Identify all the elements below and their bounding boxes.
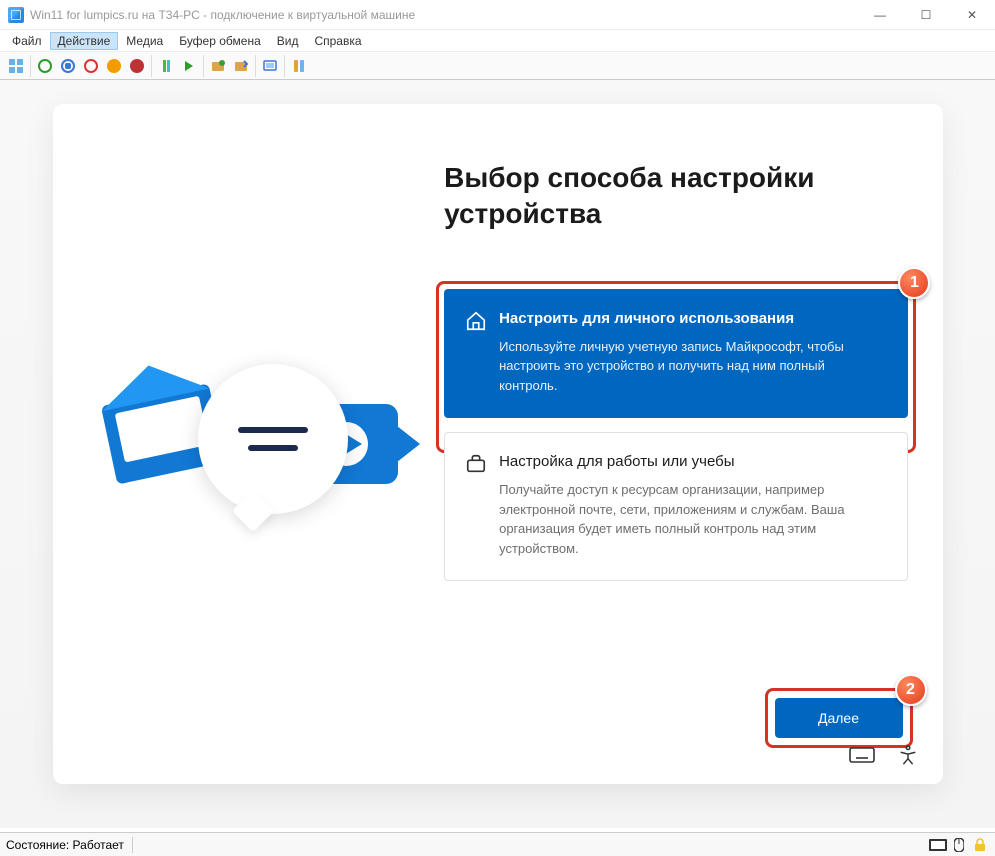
keyboard-icon[interactable] [849,744,875,772]
close-button[interactable]: ✕ [949,0,995,30]
toolbar [0,52,995,80]
lock-status-icon [971,837,989,853]
option-work[interactable]: Настройка для работы или учебы Получайте… [444,432,908,581]
illustration-pane [53,104,445,784]
enhanced-session-button[interactable] [260,56,280,76]
menu-view[interactable]: Вид [269,32,307,50]
start-button[interactable] [35,56,55,76]
setup-illustration [98,354,398,534]
chat-icon [198,364,348,514]
checkpoint-button[interactable] [208,56,228,76]
statusbar: Состояние: Работает [0,832,995,856]
share-button[interactable] [289,56,309,76]
keyboard-status-icon [929,837,947,853]
option-work-desc: Получайте доступ к ресурсам организации,… [499,480,883,558]
briefcase-icon [465,453,487,475]
accessibility-icon[interactable] [897,744,919,772]
window-title: Win11 for lumpics.ru на T34-PC - подключ… [30,8,415,22]
menu-file[interactable]: Файл [4,32,50,50]
menu-action[interactable]: Действие [50,32,119,50]
page-heading: Выбор способа настройки устройства [444,160,908,233]
save-button[interactable] [104,56,124,76]
status-text: Состояние: Работает [6,838,124,852]
next-button[interactable]: Далее [775,698,903,738]
mouse-status-icon [950,837,968,853]
turnoff-button[interactable] [58,56,78,76]
menu-clipboard[interactable]: Буфер обмена [171,32,269,50]
option-personal-desc: Используйте личную учетную запись Майкро… [499,337,883,396]
reset-button[interactable] [127,56,147,76]
annotation-badge-1: 1 [898,267,930,299]
ctrl-alt-del-button[interactable] [6,56,26,76]
oobe-panel: Выбор способа настройки устройства Настр… [53,104,943,784]
menu-help[interactable]: Справка [306,32,369,50]
pause-button[interactable] [156,56,176,76]
maximize-button[interactable]: ☐ [903,0,949,30]
app-icon [8,7,24,23]
shutdown-button[interactable] [81,56,101,76]
option-personal-title: Настроить для личного использования [499,310,883,327]
resume-button[interactable] [179,56,199,76]
oobe-utility-row [849,744,919,772]
revert-button[interactable] [231,56,251,76]
home-icon [465,310,487,332]
option-personal[interactable]: Настроить для личного использования Испо… [444,289,908,419]
vm-display: Выбор способа настройки устройства Настр… [0,80,995,828]
minimize-button[interactable]: — [857,0,903,30]
menubar: Файл Действие Медиа Буфер обмена Вид Спр… [0,30,995,52]
option-work-title: Настройка для работы или учебы [499,453,883,470]
window-titlebar: Win11 for lumpics.ru на T34-PC - подключ… [0,0,995,30]
annotation-badge-2: 2 [895,674,927,706]
menu-media[interactable]: Медиа [118,32,171,50]
